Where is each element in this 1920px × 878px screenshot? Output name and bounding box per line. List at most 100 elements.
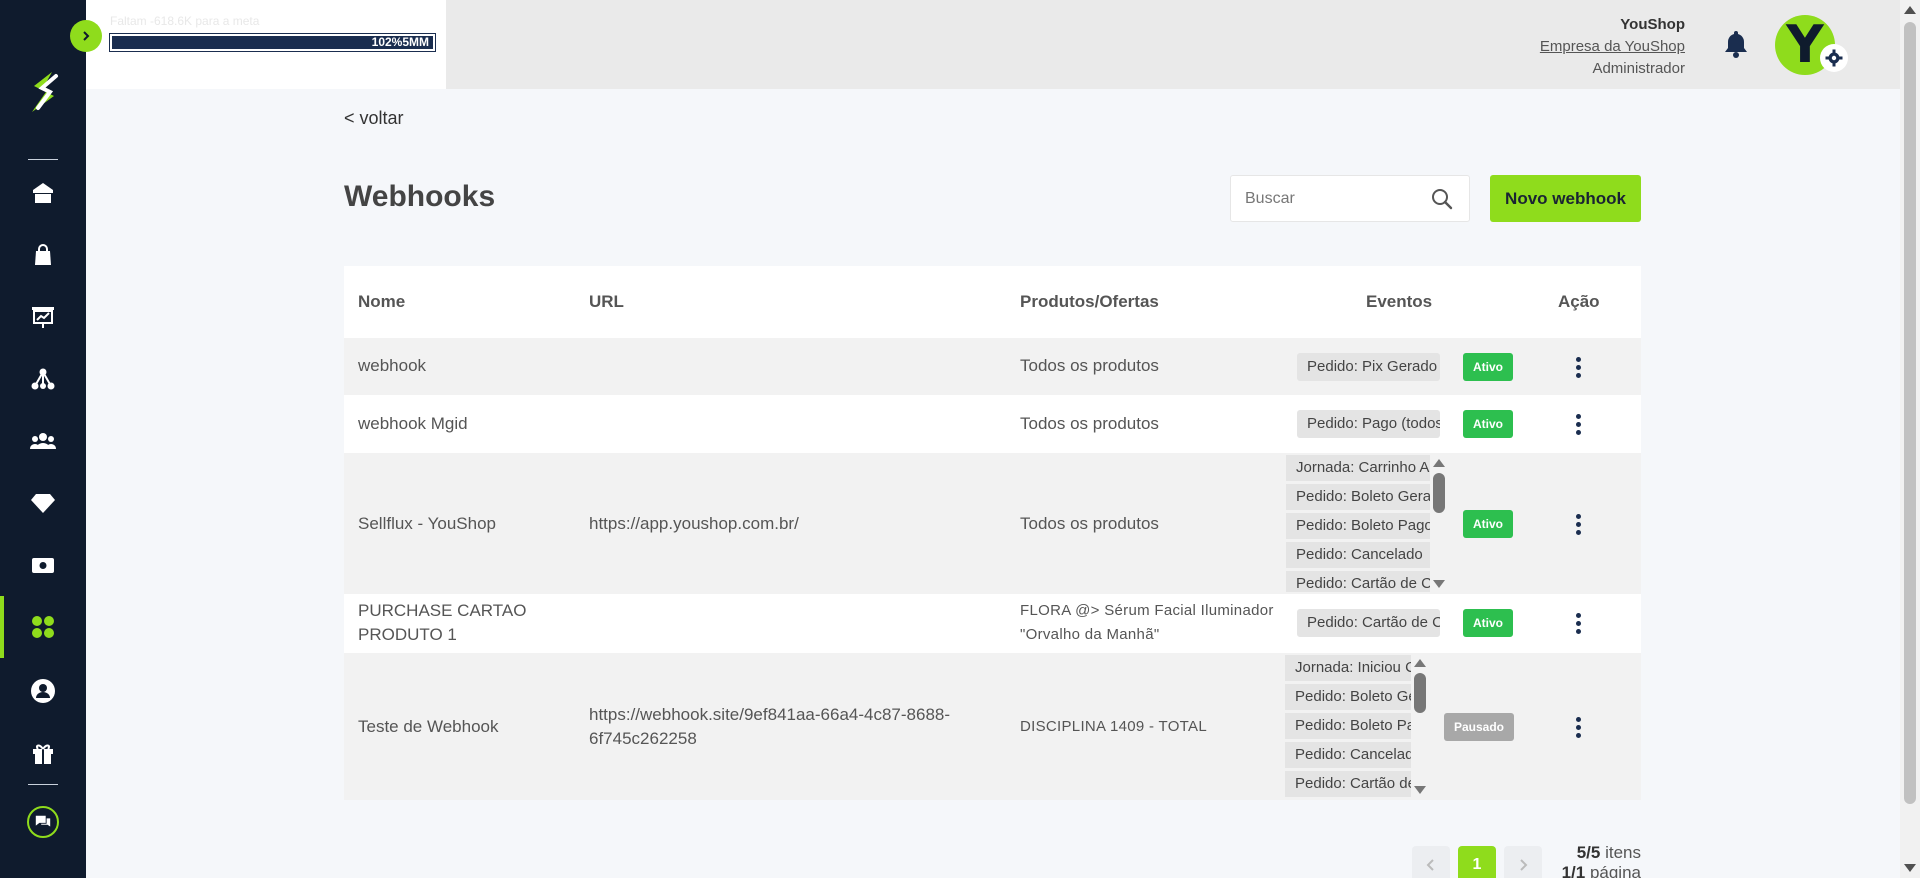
more-actions-icon[interactable] — [1568, 510, 1588, 538]
column-header-eventos: Eventos — [1366, 292, 1433, 311]
webhook-name: Teste de Webhook — [358, 717, 499, 736]
youshop-logo[interactable] — [22, 68, 64, 116]
sidebar-item-store[interactable] — [0, 162, 86, 224]
table-row[interactable]: Teste de Webhook https://webhook.site/9e… — [344, 653, 1641, 800]
diamond-icon — [31, 494, 55, 513]
status-badge: Ativo — [1463, 410, 1513, 438]
event-tag: Pedido: Cartão de Cr — [1297, 609, 1440, 637]
webhook-url[interactable]: https://app.youshop.com.br/ — [589, 512, 799, 536]
event-tag: Pedido: Cancelado — [1286, 542, 1430, 568]
sidebar-item-premium[interactable] — [0, 472, 86, 534]
sidebar-item-shop[interactable] — [0, 224, 86, 286]
top-bar: Faltam -618.6K para a meta 102%5MM YouSh… — [86, 0, 1900, 89]
bag-icon — [35, 244, 51, 265]
settings-button[interactable] — [1820, 44, 1848, 72]
page-scrollbar[interactable] — [1900, 0, 1920, 878]
status-badge: Ativo — [1463, 510, 1513, 538]
more-actions-icon[interactable] — [1568, 353, 1588, 381]
gift-icon — [33, 744, 53, 764]
chevron-left-icon — [1426, 859, 1434, 871]
webhooks-table: Nome URL Produtos/Ofertas Eventos Ação w… — [344, 266, 1641, 800]
pagination-prev-button[interactable] — [1412, 846, 1450, 878]
store-icon — [33, 183, 53, 203]
table-row[interactable]: PURCHASE CARTAO PRODUTO 1 FLORA @> Sérum… — [344, 594, 1641, 653]
sidebar-toggle-button[interactable] — [70, 20, 102, 52]
column-header-acao: Ação — [1558, 292, 1600, 311]
table-row[interactable]: Sellflux - YouShop https://app.youshop.c… — [344, 453, 1641, 594]
users-icon — [30, 433, 56, 449]
event-tag: Pedido: Cartão de Cr — [1286, 571, 1430, 592]
search-icon[interactable] — [1431, 188, 1453, 210]
scroll-thumb[interactable] — [1414, 673, 1426, 713]
event-tag: Jornada: Carrinho Ab — [1286, 455, 1430, 481]
search-box — [1230, 175, 1470, 222]
table-row[interactable]: webhook Mgid Todos os produtos Pedido: P… — [344, 395, 1641, 453]
pagination-next-button[interactable] — [1504, 846, 1542, 878]
goal-text: Faltam -618.6K para a meta — [110, 14, 260, 28]
scroll-up-arrow[interactable] — [1904, 6, 1916, 14]
scroll-down-arrow[interactable] — [1904, 864, 1916, 872]
sidebar-item-rewards[interactable] — [0, 722, 86, 784]
scroll-up-arrow[interactable] — [1414, 659, 1426, 667]
status-badge: Ativo — [1463, 353, 1513, 381]
event-tag: Pedido: Boleto Gera — [1286, 484, 1430, 510]
chat-icon — [35, 815, 51, 827]
more-actions-icon[interactable] — [1568, 713, 1588, 741]
items-label: itens — [1605, 843, 1641, 862]
search-input[interactable] — [1245, 188, 1425, 210]
column-header-produtos: Produtos/Ofertas — [1020, 292, 1159, 311]
webhook-name: webhook Mgid — [358, 414, 468, 433]
webhook-products: Todos os produtos — [1020, 514, 1159, 533]
sidebar-item-customers[interactable] — [0, 410, 86, 472]
presentation-icon — [32, 307, 54, 328]
goal-progress-bar: 102%5MM — [109, 33, 436, 52]
table-header: Nome URL Produtos/Ofertas Eventos Ação — [344, 266, 1641, 338]
scroll-down-arrow[interactable] — [1433, 580, 1445, 588]
sidebar-divider — [28, 159, 58, 160]
webhook-name: Sellflux - YouShop — [358, 514, 496, 533]
new-webhook-button[interactable]: Novo webhook — [1490, 175, 1641, 222]
events-list[interactable]: Jornada: Carrinho Ab Pedido: Boleto Gera… — [1286, 455, 1430, 592]
chat-button[interactable] — [27, 806, 59, 838]
events-scrollbar[interactable] — [1412, 655, 1428, 798]
notification-bell-icon[interactable] — [1720, 28, 1752, 60]
webhook-name: PURCHASE CARTAO PRODUTO 1 — [358, 601, 527, 644]
scroll-down-arrow[interactable] — [1414, 786, 1426, 794]
sidebar-item-reports[interactable] — [0, 286, 86, 348]
gear-icon — [1825, 49, 1843, 67]
event-tag: Pedido: Boleto Pago — [1286, 513, 1430, 539]
chevron-right-icon — [83, 31, 90, 41]
company-link[interactable]: Empresa da YouShop — [1540, 36, 1685, 58]
scroll-up-arrow[interactable] — [1433, 459, 1445, 467]
more-actions-icon[interactable] — [1568, 609, 1588, 637]
event-tag: Pedido: Pago (todos — [1297, 410, 1440, 438]
more-actions-icon[interactable] — [1568, 410, 1588, 438]
sidebar-item-affiliates[interactable] — [0, 348, 86, 410]
status-badge: Pausado — [1444, 713, 1514, 741]
account-icon — [31, 679, 55, 703]
chevron-right-icon — [1520, 859, 1528, 871]
sidebar-item-account[interactable] — [0, 660, 86, 722]
user-name: YouShop — [1620, 16, 1685, 33]
events-list[interactable]: Jornada: Iniciou Ch Pedido: Boleto Ge Pe… — [1285, 655, 1411, 798]
sidebar-divider — [28, 784, 58, 785]
webhook-products: DISCIPLINA 1409 - TOTAL — [1020, 718, 1207, 735]
sidebar — [0, 0, 86, 878]
page-title: Webhooks — [344, 180, 496, 213]
event-tag: Pedido: Cancelado — [1285, 742, 1411, 768]
events-scrollbar[interactable] — [1431, 455, 1447, 592]
back-link[interactable]: < voltar — [344, 108, 404, 129]
table-row[interactable]: webhook Todos os produtos Pedido: Pix Ge… — [344, 338, 1641, 395]
webhook-products: Todos os produtos — [1020, 356, 1159, 375]
pagination-page-button[interactable]: 1 — [1458, 846, 1496, 878]
avatar-letter: Y — [1786, 15, 1824, 75]
pagination-info: 5/5 itens 1/1 página — [1562, 843, 1641, 878]
sidebar-item-finance[interactable] — [0, 534, 86, 596]
column-header-nome: Nome — [358, 292, 406, 311]
webhook-url[interactable]: https://webhook.site/9ef841aa-66a4-4c87-… — [589, 703, 979, 751]
event-tag: Pedido: Boleto Pa — [1285, 713, 1411, 739]
scroll-thumb[interactable] — [1904, 22, 1916, 804]
user-info: YouShop Empresa da YouShop Administrador — [1540, 14, 1685, 80]
scroll-thumb[interactable] — [1433, 473, 1445, 513]
sidebar-item-apps[interactable] — [0, 596, 86, 658]
